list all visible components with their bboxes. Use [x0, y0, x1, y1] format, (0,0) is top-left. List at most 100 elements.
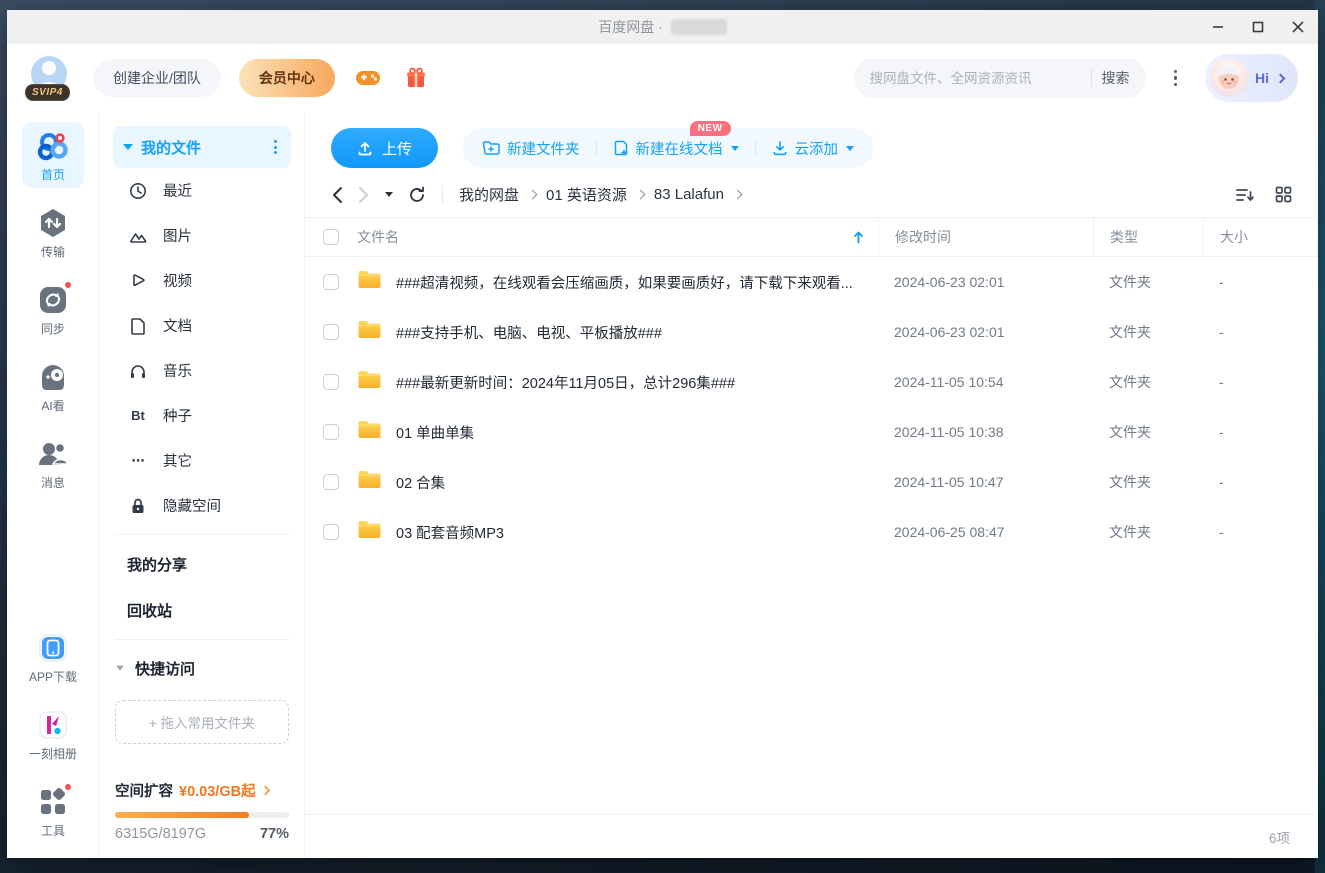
row-checkbox[interactable] — [323, 274, 339, 290]
nav-label: 传输 — [40, 245, 65, 259]
sidebar-item-recycle-bin[interactable]: 回收站 — [113, 587, 291, 633]
file-modified: 2024-11-05 10:38 — [894, 424, 1004, 440]
sidebar-item-recent[interactable]: 最近 — [113, 168, 291, 213]
search-button[interactable]: 搜索 — [1102, 68, 1130, 88]
new-folder-icon — [482, 141, 500, 155]
close-icon — [1292, 21, 1304, 33]
app-download-icon — [39, 634, 67, 662]
sort-asc-icon[interactable] — [853, 230, 864, 244]
refresh-icon — [410, 186, 424, 202]
nav-item-tools[interactable]: 工具 — [22, 778, 84, 844]
file-name[interactable]: 03 配套音频MP3 — [396, 522, 504, 543]
forward-button[interactable] — [358, 186, 370, 204]
create-team-button[interactable]: 创建企业/团队 — [93, 59, 221, 97]
history-dropdown-button[interactable] — [385, 192, 393, 197]
user-profile-button[interactable]: Hi — [1205, 54, 1298, 102]
sidebar-item-my-share[interactable]: 我的分享 — [113, 541, 291, 587]
breadcrumb-item[interactable]: 01 英语资源 — [546, 184, 627, 205]
file-row[interactable]: ###最新更新时间：2024年11月05日，总计296集### 2024-11-… — [305, 357, 1318, 407]
folder-icon — [357, 519, 382, 545]
maximize-icon — [1252, 21, 1264, 33]
grid-view-button[interactable] — [1275, 186, 1292, 203]
title-bar[interactable]: 百度网盘 · — [7, 10, 1318, 44]
file-name[interactable]: 01 单曲单集 — [396, 422, 474, 443]
nav-item-home[interactable]: 首页 — [22, 122, 84, 188]
sidebar-item-hidden-space[interactable]: 隐藏空间 — [113, 483, 291, 528]
sidebar-my-files[interactable]: 我的文件 — [113, 126, 291, 168]
sort-button[interactable] — [1235, 187, 1255, 203]
new-folder-button[interactable]: 新建文件夹 — [482, 138, 580, 159]
ai-view-icon — [42, 365, 64, 390]
file-row[interactable]: 02 合集 2024-11-05 10:47 文件夹 - — [305, 457, 1318, 507]
file-row[interactable]: ###超清视频，在线观看会压缩画质，如果要画质好，请下载下来观看... 2024… — [305, 257, 1318, 307]
row-checkbox[interactable] — [323, 424, 339, 440]
sidebar-item-pictures[interactable]: 图片 — [113, 213, 291, 258]
maximize-button[interactable] — [1238, 10, 1278, 44]
chevron-right-icon — [260, 785, 271, 796]
divider — [595, 140, 597, 156]
row-checkbox[interactable] — [323, 324, 339, 340]
nav-item-yike-album[interactable]: 一刻相册 — [22, 701, 84, 767]
sidebar-item-videos[interactable]: 视频 — [113, 258, 291, 303]
column-modified[interactable]: 修改时间 — [878, 218, 1093, 256]
drop-folder-zone[interactable]: + 拖入常用文件夹 — [115, 700, 289, 744]
file-size: - — [1219, 374, 1224, 390]
search-input[interactable] — [869, 70, 1081, 86]
nav-item-sync[interactable]: 同步 — [22, 276, 84, 342]
play-icon — [133, 273, 145, 286]
action-toolbar: 上传 新建文件夹 NEW 新建在线文档 云添加 — [305, 112, 1318, 178]
file-modified: 2024-06-23 02:01 — [894, 324, 1005, 340]
sidebar-item-other[interactable]: ⋯ 其它 — [113, 438, 291, 483]
row-checkbox[interactable] — [323, 474, 339, 490]
sidebar-item-music[interactable]: 音乐 — [113, 348, 291, 393]
file-row[interactable]: 03 配套音频MP3 2024-06-25 08:47 文件夹 - — [305, 507, 1318, 557]
storage-panel: 空间扩容 ¥0.03/GB起 6315G/8197G 77% — [113, 780, 291, 842]
upload-button[interactable]: 上传 — [331, 128, 439, 168]
file-row[interactable]: 01 单曲单集 2024-11-05 10:38 文件夹 - — [305, 407, 1318, 457]
file-type: 文件夹 — [1109, 324, 1151, 340]
vip-center-button[interactable]: 会员中心 — [238, 59, 335, 97]
row-checkbox[interactable] — [323, 374, 339, 390]
file-name[interactable]: ###最新更新时间：2024年11月05日，总计296集### — [396, 372, 735, 393]
column-name[interactable]: 文件名 — [357, 227, 399, 247]
nav-item-app-download[interactable]: APP下载 — [22, 624, 84, 690]
column-size[interactable]: 大小 — [1203, 218, 1318, 256]
nav-item-transfer[interactable]: 传输 — [22, 199, 84, 265]
grid-view-icon — [1275, 186, 1292, 203]
file-name[interactable]: ###支持手机、电脑、电视、平板播放### — [396, 322, 662, 343]
file-list: ###超清视频，在线观看会压缩画质，如果要画质好，请下载下来观看... 2024… — [305, 257, 1318, 557]
minimize-button[interactable] — [1198, 10, 1238, 44]
sidebar-quick-access[interactable]: 快捷访问 — [113, 646, 291, 690]
file-modified: 2024-06-23 02:01 — [894, 274, 1005, 290]
file-name[interactable]: 02 合集 — [396, 472, 445, 493]
cloud-add-icon — [773, 141, 786, 156]
more-menu-button[interactable] — [1164, 64, 1188, 93]
new-online-doc-button[interactable]: NEW 新建在线文档 — [613, 120, 739, 159]
column-type[interactable]: 类型 — [1093, 218, 1203, 256]
row-checkbox[interactable] — [323, 524, 339, 540]
breadcrumb-item[interactable]: 83 Lalafun — [654, 186, 724, 203]
breadcrumb-item[interactable]: 我的网盘 — [459, 184, 519, 205]
cloud-add-button[interactable]: 云添加 — [772, 138, 855, 159]
file-row[interactable]: ###支持手机、电脑、电视、平板播放### 2024-06-23 02:01 文… — [305, 307, 1318, 357]
games-button[interactable] — [353, 63, 383, 93]
my-files-more-icon[interactable] — [270, 136, 281, 158]
file-type: 文件夹 — [1109, 524, 1151, 540]
nav-item-messages[interactable]: 消息 — [22, 430, 84, 496]
refresh-button[interactable] — [408, 186, 426, 204]
nav-item-ai-view[interactable]: AI看 — [22, 353, 84, 419]
back-button[interactable] — [331, 186, 343, 204]
storage-expand-link[interactable]: 空间扩容 ¥0.03/GB起 — [115, 780, 289, 801]
sidebar-item-documents[interactable]: 文档 — [113, 303, 291, 348]
main-content: 上传 新建文件夹 NEW 新建在线文档 云添加 我的网盘 01 英语资源 83 … — [305, 112, 1318, 858]
file-name[interactable]: ###超清视频，在线观看会压缩画质，如果要画质好，请下载下来观看... — [396, 272, 853, 293]
search-divider — [1090, 69, 1092, 87]
gift-button[interactable] — [401, 63, 431, 93]
select-all-checkbox[interactable] — [323, 229, 339, 245]
account-logo[interactable]: SVIP4 — [25, 53, 75, 103]
file-type: 文件夹 — [1109, 474, 1151, 490]
sidebar-item-torrents[interactable]: Bt 种子 — [113, 393, 291, 438]
close-button[interactable] — [1278, 10, 1318, 44]
clock-icon — [130, 182, 146, 199]
divider — [115, 639, 289, 640]
